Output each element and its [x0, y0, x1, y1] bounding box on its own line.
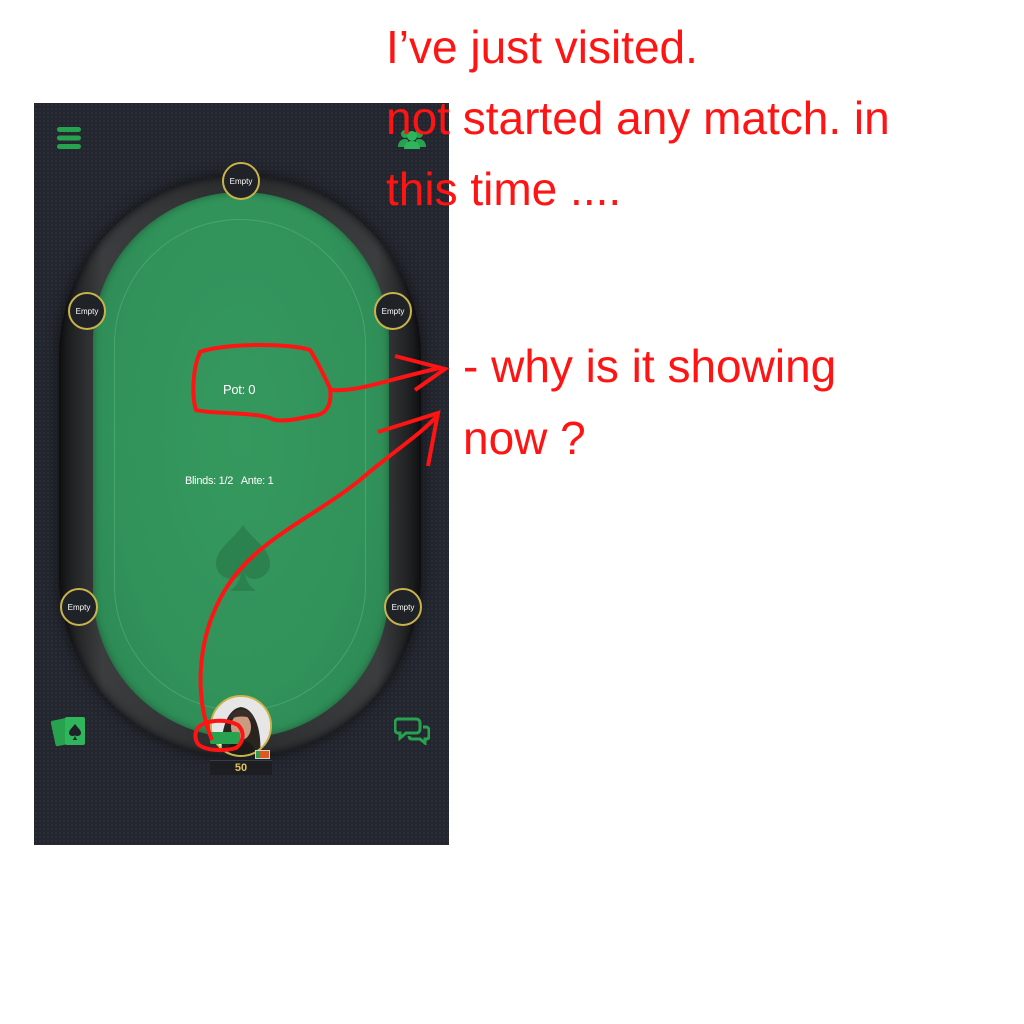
annotation-line-2: not started any match. in	[386, 92, 890, 144]
chip-arrow-line	[198, 413, 440, 741]
annotation-drawing	[191, 342, 450, 753]
annotation-line-3: this time ....	[386, 163, 622, 215]
annotation-line-1: I’ve just visited.	[386, 21, 698, 73]
pot-highlight-circle	[191, 342, 333, 423]
annotation-question-2: now ?	[463, 412, 586, 464]
pot-arrow-line	[329, 366, 441, 393]
chip-highlight-circle	[193, 718, 245, 753]
annotation-question-1: - why is it showing	[463, 340, 837, 392]
